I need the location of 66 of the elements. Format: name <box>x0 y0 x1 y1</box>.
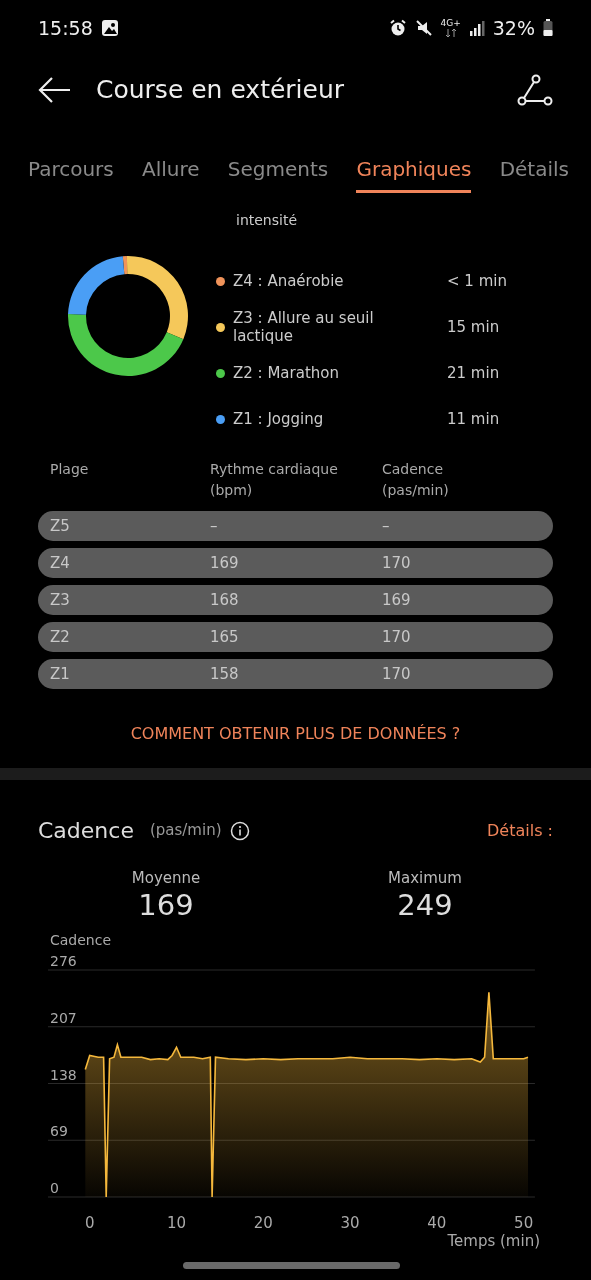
section-title: intensité <box>235 214 299 230</box>
tick-label: 276 <box>50 953 77 970</box>
tick-label: 10 <box>166 1214 186 1233</box>
route-button[interactable] <box>517 74 553 106</box>
table-cell: Z5 <box>50 516 70 535</box>
tick-label: 138 <box>50 1066 77 1083</box>
column-header: Cadence (pas/min) <box>382 460 450 500</box>
legend-duration: 21 min <box>447 362 500 384</box>
tick-label: 50 <box>514 1214 534 1233</box>
stat-label: Moyenne <box>130 868 202 889</box>
section-title: Cadence <box>38 817 134 845</box>
muted-icon <box>414 19 433 38</box>
table-cell: – <box>210 516 218 535</box>
alarm-icon <box>388 19 407 38</box>
table-cell: 169 <box>210 553 239 572</box>
tab[interactable]: Graphiques <box>356 154 472 193</box>
table-cell: – <box>382 516 390 535</box>
stat-value: 249 <box>396 889 454 922</box>
battery-icon <box>543 19 553 38</box>
legend-label: Z4 : Anaérobie <box>233 272 345 290</box>
table-cell: 170 <box>382 627 411 646</box>
data-arrows-icon <box>444 27 457 38</box>
legend-duration: 11 min <box>447 408 500 430</box>
more-data-link[interactable]: COMMENT OBTENIR PLUS DE DONNÉES ? <box>130 722 461 746</box>
tick-label: 69 <box>50 1123 68 1140</box>
legend-duration: < 1 min <box>447 270 507 292</box>
stat-value: 169 <box>137 889 195 922</box>
signal-icon <box>468 19 485 37</box>
table-cell: Z4 <box>50 553 70 572</box>
legend-duration: 15 min <box>447 316 500 338</box>
legend-label: Z1 : Jogging <box>233 410 325 428</box>
tick-label: 207 <box>50 1010 77 1027</box>
stat-label: Maximum <box>387 868 463 889</box>
tab[interactable]: Parcours <box>28 154 114 193</box>
tick-label: 40 <box>427 1214 447 1233</box>
table-cell: 168 <box>210 590 239 609</box>
tick-label: 20 <box>253 1214 273 1233</box>
table-cell: 165 <box>210 627 239 646</box>
clock-time: 15:58 <box>38 16 93 41</box>
tab[interactable]: Allure <box>142 154 200 193</box>
tick-label: 0 <box>50 1180 59 1197</box>
table-cell: 158 <box>210 664 239 683</box>
back-button[interactable] <box>38 76 72 104</box>
tab[interactable]: Segments <box>227 154 329 193</box>
table-cell: Z2 <box>50 627 70 646</box>
table-cell: 170 <box>382 553 411 572</box>
tick-label: 0 <box>84 1214 95 1233</box>
tick-label: 30 <box>340 1214 360 1233</box>
axis-title: Temps (min) <box>447 1232 540 1251</box>
network-type: 4G+ <box>440 18 461 28</box>
unit-label: (pas/min) <box>149 820 222 842</box>
image-icon <box>100 19 119 38</box>
table-cell: Z1 <box>50 664 70 683</box>
battery-level: 32% <box>492 16 535 41</box>
axis-title: Cadence <box>50 932 112 949</box>
column-header: Plage <box>50 460 89 479</box>
details-link[interactable]: Détails : <box>487 818 553 843</box>
column-header: Rythme cardiaque (bpm) <box>210 460 339 500</box>
table-cell: 170 <box>382 664 411 683</box>
screen-title: Course en extérieur <box>96 74 345 107</box>
info-icon[interactable] <box>229 820 250 841</box>
table-cell: 169 <box>382 590 411 609</box>
legend-label: Z2 : Marathon <box>233 364 340 382</box>
table-cell: Z3 <box>50 590 70 609</box>
tab[interactable]: Détails <box>499 154 569 193</box>
legend-label: Z3 : Allure au seuil lactique <box>233 309 375 345</box>
